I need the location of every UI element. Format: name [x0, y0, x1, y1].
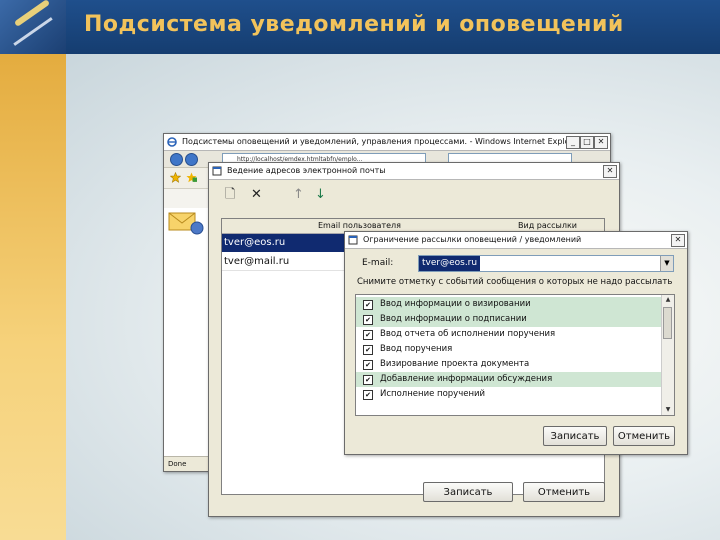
slide-title: Подсистема уведомлений и оповещений: [84, 12, 624, 37]
list-item[interactable]: ✔ Ввод информации о подписании: [356, 312, 661, 327]
checkbox[interactable]: ✔: [363, 345, 373, 355]
star-icon[interactable]: [170, 172, 181, 183]
checkbox[interactable]: ✔: [363, 375, 373, 385]
cancel-button[interactable]: Отменить: [523, 482, 605, 502]
add-favorite-icon[interactable]: [186, 172, 197, 183]
left-stripe: [0, 54, 66, 540]
dialog-title: Ограничение рассылки оповещений / уведом…: [363, 235, 582, 244]
ie-caption: Подсистемы оповещений и уведомлений, упр…: [164, 134, 610, 151]
down-arrow-icon[interactable]: ↓: [315, 186, 326, 204]
list-scrollbar[interactable]: ▲ ▼: [661, 295, 674, 415]
close-button[interactable]: ✕: [603, 165, 617, 178]
checkbox[interactable]: ✔: [363, 330, 373, 340]
checkbox[interactable]: ✔: [363, 300, 373, 310]
checkbox[interactable]: ✔: [363, 315, 373, 325]
ie-icon: [167, 137, 177, 147]
list-item[interactable]: ✔ Ввод поручения: [356, 342, 661, 357]
chevron-down-icon[interactable]: ▼: [660, 256, 673, 271]
pen-logo-icon: [0, 0, 66, 54]
window-icon: [212, 166, 222, 176]
email-label: E-mail:: [362, 258, 394, 268]
list-item[interactable]: ✔ Добавление информации обсуждения: [356, 372, 661, 387]
checkbox[interactable]: ✔: [363, 390, 373, 400]
scroll-down-icon[interactable]: ▼: [662, 405, 674, 415]
new-icon[interactable]: 🗋: [225, 186, 235, 204]
delete-icon[interactable]: ✕: [251, 186, 262, 204]
email-toolbar: 🗋 ✕ ↑ ↓: [217, 186, 417, 204]
dialog-caption: Ограничение рассылки оповещений / уведом…: [345, 232, 687, 249]
email-select[interactable]: tver@eos.ru ▼: [418, 255, 674, 272]
title-bar: Подсистема уведомлений и оповещений: [0, 0, 720, 54]
maximize-button[interactable]: □: [580, 136, 594, 149]
minimize-button[interactable]: _: [566, 136, 580, 149]
cancel-button[interactable]: Отменить: [613, 426, 675, 446]
forward-icon[interactable]: [185, 153, 198, 166]
email-select-value: tver@eos.ru: [419, 256, 481, 271]
email-caption: Ведение адресов электронной почты ✕: [209, 163, 619, 180]
save-button[interactable]: Записать: [423, 482, 513, 502]
ie-side-panel: [164, 208, 209, 456]
hint-text: Снимите отметку с событий сообщения о ко…: [357, 277, 673, 287]
ie-title: Подсистемы оповещений и уведомлений, упр…: [182, 137, 581, 146]
mail-icon: [168, 212, 204, 235]
close-button[interactable]: ✕: [671, 234, 685, 247]
events-list: ✔ Ввод информации о визировании ✔ Ввод инф…: [355, 294, 675, 416]
list-item[interactable]: ✔ Визирование проекта документа: [356, 357, 661, 372]
list-item[interactable]: ✔ Исполнение поручений: [356, 387, 661, 402]
scrollbar-thumb[interactable]: [663, 307, 672, 339]
list-item[interactable]: ✔ Ввод информации о визировании: [356, 297, 661, 312]
window-icon: [348, 235, 358, 245]
email-window-title: Ведение адресов электронной почты: [227, 166, 386, 175]
up-arrow-icon[interactable]: ↑: [293, 186, 304, 204]
checkbox[interactable]: ✔: [363, 360, 373, 370]
save-button[interactable]: Записать: [543, 426, 607, 446]
close-button[interactable]: ✕: [594, 136, 608, 149]
slide: Подсистема уведомлений и оповещений Подс…: [0, 0, 720, 540]
back-icon[interactable]: [170, 153, 183, 166]
list-item[interactable]: ✔ Ввод отчета об исполнении поручения: [356, 327, 661, 342]
scroll-up-icon[interactable]: ▲: [662, 295, 674, 305]
restriction-dialog: Ограничение рассылки оповещений / уведом…: [344, 231, 688, 455]
